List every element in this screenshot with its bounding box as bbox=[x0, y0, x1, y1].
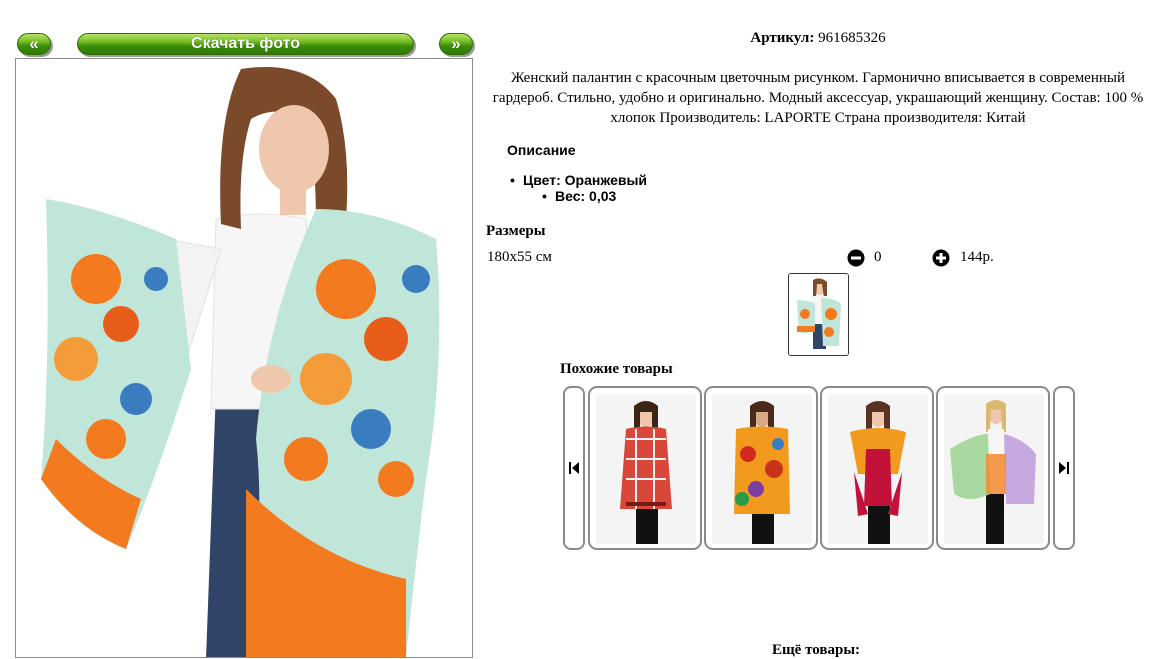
next-photo-button[interactable]: » bbox=[439, 33, 473, 55]
similar-product-image bbox=[596, 394, 696, 544]
gallery-nav: « Скачать фото » bbox=[17, 33, 476, 59]
size-row: 180x55 см 0 144р. bbox=[487, 249, 1107, 269]
skip-forward-icon bbox=[1059, 462, 1069, 474]
similar-products-carousel bbox=[563, 386, 1075, 550]
size-price: 144р. bbox=[960, 249, 994, 265]
skip-back-icon bbox=[569, 462, 579, 474]
detail-color: Цвет: Оранжевый bbox=[510, 172, 647, 188]
carousel-prev-button[interactable] bbox=[563, 386, 585, 550]
photo-thumbnail[interactable] bbox=[788, 273, 849, 356]
detail-weight: Вес: 0,03 bbox=[542, 188, 647, 204]
quantity-value[interactable]: 0 bbox=[874, 249, 882, 266]
size-value: 180x55 см bbox=[487, 249, 552, 265]
sizes-heading: Размеры bbox=[486, 223, 546, 239]
product-description: Женский палантин с красочным цветочным р… bbox=[492, 70, 1144, 126]
similar-products-heading: Похожие товары bbox=[560, 361, 673, 377]
carousel-next-button[interactable] bbox=[1053, 386, 1075, 550]
article-label: Артикул: bbox=[750, 30, 815, 46]
thumbnail-image bbox=[789, 274, 848, 355]
main-product-photo[interactable] bbox=[15, 58, 473, 658]
details-heading: Описание bbox=[507, 142, 576, 158]
similar-product-card[interactable] bbox=[820, 386, 934, 550]
article-line: Артикул: 961685326 bbox=[480, 30, 1156, 47]
similar-product-card[interactable] bbox=[936, 386, 1050, 550]
similar-product-card[interactable] bbox=[588, 386, 702, 550]
similar-product-image bbox=[712, 394, 812, 544]
article-value: 961685326 bbox=[818, 30, 886, 46]
similar-product-image bbox=[944, 394, 1044, 544]
download-photo-button[interactable]: Скачать фото bbox=[77, 33, 414, 55]
model-with-scarf-image bbox=[16, 59, 472, 657]
increase-quantity-icon[interactable] bbox=[932, 249, 950, 272]
similar-product-image bbox=[828, 394, 928, 544]
details-list: Цвет: Оранжевый Вес: 0,03 bbox=[510, 172, 647, 204]
decrease-quantity-icon[interactable] bbox=[847, 249, 865, 272]
similar-product-card[interactable] bbox=[704, 386, 818, 550]
prev-photo-button[interactable]: « bbox=[17, 33, 51, 55]
